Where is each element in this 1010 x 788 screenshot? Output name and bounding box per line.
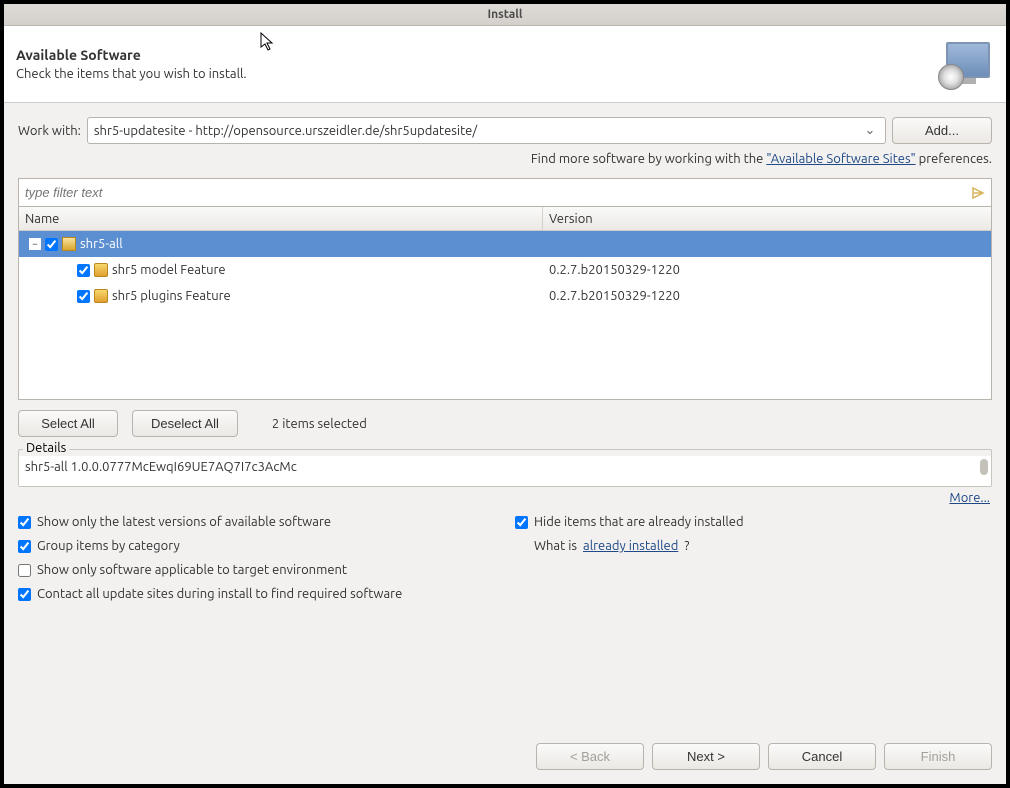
category-icon (62, 237, 76, 251)
checkbox-latest[interactable] (18, 516, 31, 529)
details-label: Details (23, 441, 69, 455)
tree-row[interactable]: shr5 plugins Feature 0.2.7.b20150329-1220 (19, 283, 991, 309)
opt-hide-label: Hide items that are already installed (534, 515, 744, 529)
tree-header: Name Version (19, 207, 991, 231)
filter-input[interactable] (25, 185, 971, 200)
opt-latest[interactable]: Show only the latest versions of availab… (18, 515, 495, 529)
details-value: shr5-all 1.0.0.0777McEwqI69UE7AQ7I7c3AcM… (25, 460, 297, 474)
whatis-prefix: What is (534, 539, 577, 553)
add-button[interactable]: Add... (892, 117, 992, 144)
already-installed-link[interactable]: already installed (583, 539, 678, 553)
tree-item-name: shr5 plugins Feature (112, 289, 231, 303)
available-sites-link[interactable]: "Available Software Sites" (766, 152, 915, 166)
opt-latest-label: Show only the latest versions of availab… (37, 515, 331, 529)
install-banner-icon (938, 36, 994, 92)
more-link[interactable]: More... (949, 491, 990, 505)
opt-group-label: Group items by category (37, 539, 180, 553)
checkbox-contact[interactable] (18, 588, 31, 601)
next-button[interactable]: Next > (652, 743, 760, 770)
back-button: < Back (536, 743, 644, 770)
opt-contact[interactable]: Contact all update sites during install … (18, 587, 992, 601)
checkbox-hide[interactable] (515, 516, 528, 529)
chevron-down-icon[interactable]: ⌄ (861, 123, 879, 138)
page-subtitle: Check the items that you wish to install… (16, 67, 247, 81)
checkbox-target[interactable] (18, 564, 31, 577)
details-text[interactable]: shr5-all 1.0.0.0777McEwqI69UE7AQ7I7c3AcM… (19, 456, 991, 486)
collapse-icon[interactable]: − (29, 238, 41, 250)
opt-target[interactable]: Show only software applicable to target … (18, 563, 495, 577)
opt-hide[interactable]: Hide items that are already installed (515, 515, 992, 529)
workwith-label: Work with: (18, 124, 81, 138)
tree-item-name: shr5-all (80, 237, 123, 251)
tree-checkbox[interactable] (45, 238, 58, 251)
software-tree[interactable]: Name Version − shr5-all shr5 model Feature… (18, 206, 992, 400)
findmore-text: Find more software by working with the "… (18, 152, 992, 166)
select-all-button[interactable]: Select All (18, 410, 118, 437)
opt-contact-label: Contact all update sites during install … (37, 587, 402, 601)
cancel-button[interactable]: Cancel (768, 743, 876, 770)
scrollbar-thumb[interactable] (980, 459, 988, 475)
page-title: Available Software (16, 47, 247, 63)
feature-icon (94, 289, 108, 303)
tree-row[interactable]: shr5 model Feature 0.2.7.b20150329-1220 (19, 257, 991, 283)
opt-group[interactable]: Group items by category (18, 539, 495, 553)
details-group: Details shr5-all 1.0.0.0777McEwqI69UE7AQ… (18, 449, 992, 487)
window-title: Install (4, 4, 1006, 26)
tree-item-version: 0.2.7.b20150329-1220 (543, 289, 991, 303)
finish-button: Finish (884, 743, 992, 770)
workwith-value: shr5-updatesite - http://opensource.ursz… (94, 124, 861, 138)
clear-icon[interactable] (971, 186, 985, 200)
opt-target-label: Show only software applicable to target … (37, 563, 347, 577)
findmore-suffix: preferences. (916, 152, 992, 166)
feature-icon (94, 263, 108, 277)
tree-item-name: shr5 model Feature (112, 263, 226, 277)
checkbox-group[interactable] (18, 540, 31, 553)
col-name[interactable]: Name (19, 207, 543, 230)
tree-checkbox[interactable] (77, 264, 90, 277)
col-version[interactable]: Version (543, 207, 991, 230)
wizard-header: Available Software Check the items that … (4, 26, 1006, 103)
deselect-all-button[interactable]: Deselect All (132, 410, 238, 437)
items-selected-label: 2 items selected (252, 417, 367, 431)
filter-field[interactable] (18, 178, 992, 206)
findmore-prefix: Find more software by working with the (531, 152, 767, 166)
tree-row[interactable]: − shr5-all (19, 231, 991, 257)
whatis-suffix: ? (684, 539, 689, 553)
tree-item-version: 0.2.7.b20150329-1220 (543, 263, 991, 277)
workwith-combo[interactable]: shr5-updatesite - http://opensource.ursz… (87, 117, 886, 144)
whatis-text: What is already installed? (515, 539, 992, 553)
tree-checkbox[interactable] (77, 290, 90, 303)
